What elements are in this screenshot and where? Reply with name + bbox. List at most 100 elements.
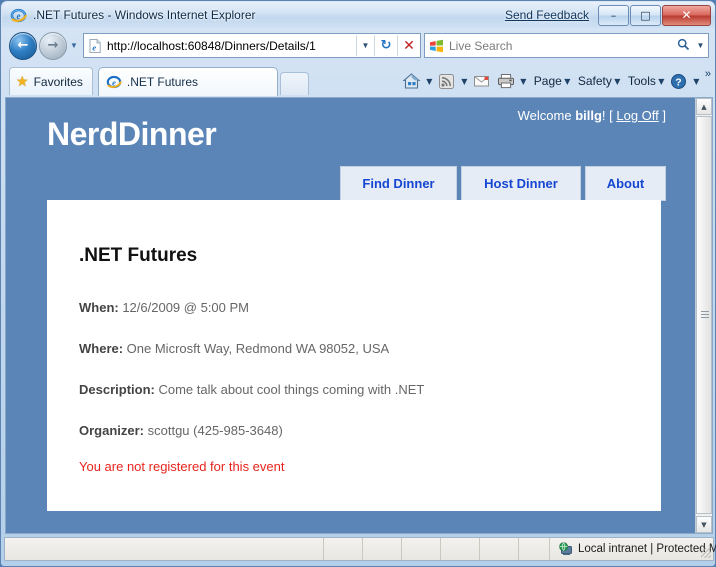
dinner-where-row: Where: One Microsft Way, Redmond WA 9805…	[79, 341, 389, 356]
send-feedback-link[interactable]: Send Feedback	[505, 8, 589, 22]
forward-arrow-icon: →	[47, 38, 59, 53]
svg-text:e: e	[17, 11, 21, 21]
svg-text:?: ?	[676, 76, 682, 88]
rss-feed-icon[interactable]	[436, 70, 458, 92]
status-segment-2	[363, 538, 402, 560]
status-segment-message	[5, 538, 324, 560]
window-title: .NET Futures - Windows Internet Explorer	[33, 8, 256, 22]
internet-zone-icon	[558, 542, 573, 556]
nav-item-host-dinner[interactable]: Host Dinner	[461, 166, 581, 201]
new-tab-button[interactable]	[279, 72, 309, 95]
browser-tab-dotnet-futures[interactable]: e .NET Futures	[97, 67, 278, 96]
security-zone-text: Local intranet | Protected Mode: Off	[578, 543, 716, 555]
maximize-button[interactable]: □	[630, 4, 661, 26]
help-question-icon[interactable]: ?	[668, 70, 690, 92]
welcome-banner: Welcome billg! [ Log Off ]	[518, 108, 666, 123]
site-logo[interactable]: NerdDinner	[47, 116, 217, 153]
nav-item-find-dinner[interactable]: Find Dinner	[340, 166, 457, 201]
svg-text:e: e	[92, 42, 96, 52]
dinner-description-row: Description: Come talk about cool things…	[79, 382, 424, 397]
title-bar: e .NET Futures - Windows Internet Explor…	[2, 2, 715, 28]
print-caret-icon[interactable]: ▼	[518, 77, 529, 86]
recent-pages-caret-icon[interactable]: ▼	[67, 41, 81, 50]
scrollbar-grip-icon	[701, 311, 709, 319]
status-segment-4	[441, 538, 480, 560]
page-caret-icon[interactable]: ▼	[562, 77, 573, 86]
maximize-icon: □	[640, 8, 651, 22]
browser-viewport: Welcome billg! [ Log Off ] NerdDinner Fi…	[5, 97, 713, 534]
ie-logo-icon: e	[10, 7, 28, 24]
welcome-username: billg	[575, 108, 602, 123]
welcome-end: ]	[658, 108, 666, 123]
feeds-caret-icon[interactable]: ▼	[459, 77, 470, 86]
page-menu-button[interactable]: Page	[534, 74, 562, 88]
forward-button[interactable]: →	[39, 31, 67, 60]
search-input[interactable]: Live Search ▼	[424, 33, 709, 58]
page-title: .NET Futures	[79, 245, 198, 266]
favorites-button[interactable]: ★ Favorites	[9, 67, 93, 95]
resize-grip-icon[interactable]	[701, 548, 711, 558]
site-header: Welcome billg! [ Log Off ] NerdDinner Fi…	[6, 98, 696, 201]
dinner-details-panel: .NET Futures When: 12/6/2009 @ 5:00 PM W…	[47, 200, 661, 511]
window-controls: – □ ✕	[597, 4, 711, 26]
dinner-when-value: 12/6/2009 @ 5:00 PM	[118, 300, 249, 315]
close-icon: ✕	[681, 8, 692, 22]
search-dropdown-caret-icon[interactable]: ▼	[693, 41, 708, 50]
command-bar: ▼ ▼ ▼ Page ▼ Safety ▼ Tools ▼ ? ▼ »	[400, 66, 711, 96]
site-nav-menu: Find Dinner Host Dinner About	[340, 166, 670, 201]
nav-item-about[interactable]: About	[585, 166, 666, 201]
status-bar: Local intranet | Protected Mode: Off 100…	[4, 537, 716, 561]
close-button[interactable]: ✕	[662, 4, 711, 26]
dinner-organizer-row: Organizer: scottgu (425-985-3648)	[79, 423, 283, 438]
address-dropdown-caret-icon[interactable]: ▼	[356, 35, 374, 56]
svg-text:e: e	[112, 77, 116, 87]
internet-explorer-window: e .NET Futures - Windows Internet Explor…	[0, 0, 716, 567]
favorites-label: Favorites	[33, 74, 83, 89]
security-zone-indicator[interactable]: Local intranet | Protected Mode: Off	[550, 538, 716, 560]
status-segment-5	[480, 538, 519, 560]
dinner-when-label: When:	[79, 300, 119, 315]
dinner-description-value: Come talk about cool things coming with …	[154, 382, 425, 397]
scroll-up-button[interactable]: ▲	[696, 98, 712, 115]
address-field[interactable]: e http://localhost:60848/Dinners/Details…	[83, 33, 421, 58]
windows-logo-icon	[429, 39, 444, 53]
minimize-button[interactable]: –	[598, 4, 629, 26]
dinner-where-label: Where:	[79, 341, 124, 356]
home-icon[interactable]	[401, 70, 423, 92]
tools-caret-icon[interactable]: ▼	[656, 77, 667, 86]
dinner-when-row: When: 12/6/2009 @ 5:00 PM	[79, 300, 249, 315]
status-segment-3	[402, 538, 441, 560]
star-icon: ★	[16, 73, 29, 90]
help-caret-icon[interactable]: ▼	[691, 77, 702, 86]
printer-icon[interactable]	[495, 70, 517, 92]
tab-bar: ★ Favorites e .NET Futures ▼ ▼ ▼ Page ▼ …	[2, 63, 715, 96]
address-bar-row: ← → ▼ e http://localhost:60848/Dinners/D…	[2, 28, 715, 63]
safety-menu-button[interactable]: Safety	[578, 74, 612, 88]
welcome-suffix: ! [	[601, 108, 617, 123]
home-caret-icon[interactable]: ▼	[424, 77, 435, 86]
nerddinner-page: Welcome billg! [ Log Off ] NerdDinner Fi…	[6, 98, 696, 533]
dinner-organizer-label: Organizer:	[79, 423, 145, 438]
refresh-button[interactable]: ↻	[374, 35, 397, 56]
scroll-down-button[interactable]: ▼	[696, 516, 712, 533]
address-url-text: http://localhost:60848/Dinners/Details/1	[107, 38, 316, 53]
overflow-chevron-icon[interactable]: »	[705, 68, 711, 80]
log-off-link[interactable]: Log Off	[616, 108, 658, 123]
mail-icon[interactable]	[471, 70, 493, 92]
search-icon[interactable]	[673, 38, 693, 54]
safety-caret-icon[interactable]: ▼	[612, 77, 623, 86]
minimize-icon: –	[610, 8, 617, 22]
back-button[interactable]: ←	[9, 31, 37, 60]
dinner-organizer-value: scottgu (425-985-3648)	[144, 423, 283, 438]
vertical-scrollbar[interactable]: ▲ ▼	[695, 98, 712, 533]
status-segment-6	[519, 538, 550, 560]
ie-logo-icon: e	[106, 74, 122, 90]
registration-status-message: You are not registered for this event	[79, 459, 285, 474]
dinner-where-value: One Microsft Way, Redmond WA 98052, USA	[123, 341, 390, 356]
back-arrow-icon: ←	[17, 38, 29, 53]
status-segment-1	[324, 538, 363, 560]
tools-menu-button[interactable]: Tools	[628, 74, 656, 88]
dinner-description-label: Description:	[79, 382, 155, 397]
scrollbar-thumb[interactable]	[696, 116, 712, 514]
stop-button[interactable]: ✕	[397, 35, 420, 56]
